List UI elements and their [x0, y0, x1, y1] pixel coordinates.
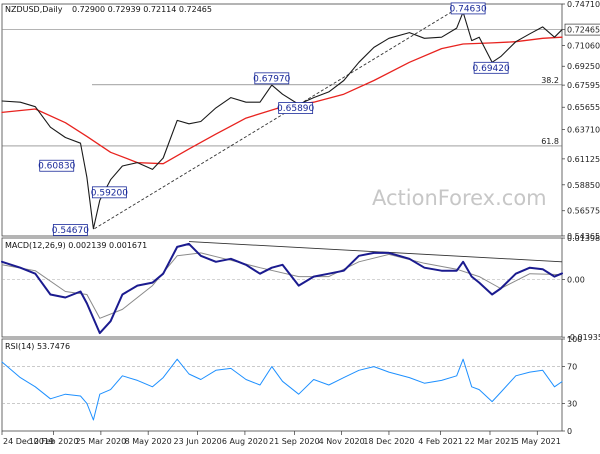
price-axis-tick-label: 0.67595 [567, 81, 600, 90]
price-axis-tick-label: 0.72465 [567, 26, 600, 35]
x-axis-tick-label: 4 Nov 2020 [319, 437, 365, 446]
fib-level-label: 61.8 [541, 137, 559, 146]
macd-axis-tick-label: 0.01398 [567, 234, 600, 243]
price-annotation-label: 0.67970 [253, 74, 290, 84]
moving-average-line [1, 36, 563, 165]
x-axis-tick-label: 21 Sep 2020 [269, 437, 320, 446]
price-annotation-label: 0.54670 [52, 226, 89, 236]
price-axis-tick-label: 0.74710 [567, 0, 600, 9]
x-axis-tick-label: 4 Feb 2021 [418, 437, 463, 446]
price-axis-tick-label: 0.61125 [567, 155, 600, 164]
macd-trendline [189, 241, 563, 263]
price-ohlc-text: 0.72900 0.72939 0.72114 0.72465 [72, 5, 212, 14]
price-axis-tick-label: 0.58850 [567, 181, 600, 190]
rsi-line [1, 358, 563, 421]
price-annotation-label: 0.59200 [91, 188, 128, 198]
chart-root: ActionForex.com 38.2 61.8 0.54670 0.60830 0.5… [0, 0, 600, 450]
price-annotation-label: 0.65890 [277, 104, 314, 114]
x-axis-tick-label: 22 Mar 2021 [465, 437, 516, 446]
x-axis-tick-label: 8 May 2020 [125, 437, 172, 446]
price-axis-tick-label: 0.71060 [567, 42, 600, 51]
rsi-axis-tick-label: 100 [567, 335, 582, 344]
watermark: ActionForex.com [372, 186, 547, 210]
macd-axis-tick-label: 0.00 [567, 276, 585, 285]
x-axis-tick-label: 5 May 2021 [514, 437, 561, 446]
rsi-axis-tick-label: 30 [567, 399, 577, 408]
x-axis-tick-label: 18 Dec 2020 [363, 437, 414, 446]
price-annotation-label: 0.69420 [473, 64, 510, 74]
x-axis-tick-label: 6 Aug 2020 [222, 437, 268, 446]
rsi-axis-tick-label: 0 [567, 427, 572, 436]
price-axis-tick-label: 0.63710 [567, 125, 600, 134]
fib-level-label: 38.2 [541, 76, 559, 85]
price-axis-tick-label: 0.69250 [567, 62, 600, 71]
macd-pane-frame [1, 237, 563, 338]
x-axis-tick-label: 23 Jun 2020 [174, 437, 222, 446]
chart-svg: ActionForex.com 38.2 61.8 0.54670 0.60830 0.5… [1, 0, 600, 446]
price-axis-tick-label: 0.65655 [567, 103, 600, 112]
price-axis-tick-label: 0.56575 [567, 207, 600, 216]
rsi-axis-tick-label: 70 [567, 363, 577, 372]
price-pane-title: NZDUSD,Daily [5, 5, 63, 14]
price-annotation-label: 0.74630 [450, 4, 487, 14]
rsi-pane-title: RSI(14) 53.7476 [5, 342, 70, 351]
rsi-pane-frame [1, 338, 563, 432]
macd-signal-line [1, 252, 563, 319]
price-annotation-label: 0.60830 [38, 162, 75, 172]
x-axis-tick-label: 25 Mar 2020 [76, 437, 127, 446]
x-axis-tick-label: 10 Feb 2020 [29, 437, 79, 446]
macd-pane-title: MACD(12,26,9) 0.002139 0.001671 [5, 241, 147, 250]
